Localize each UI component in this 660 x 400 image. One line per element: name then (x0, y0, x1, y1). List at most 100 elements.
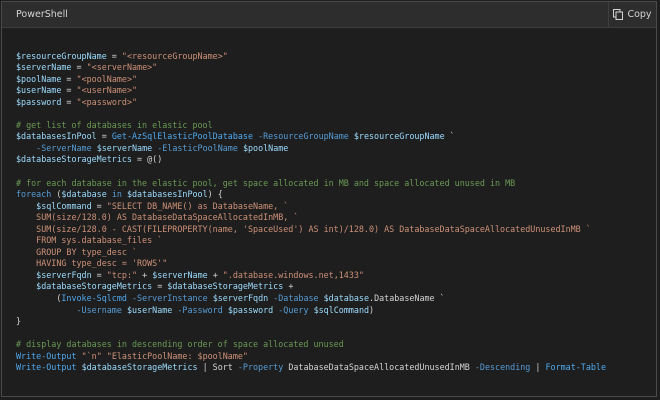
code-token: GROUP BY type_desc ` (16, 246, 138, 257)
copy-label: Copy (627, 9, 652, 20)
code-token: "<resourceGroupName>" (121, 50, 228, 61)
code-line: (Invoke-Sqlcmd -ServerInstance $serverFq… (16, 293, 606, 305)
code-token: SUM(size/128.0 - CAST(FILEPROPERTY(name,… (16, 223, 591, 234)
code-token: $databasesInPool (16, 131, 97, 142)
code-line: -ServerName $serverName -ElasticPoolName… (16, 143, 606, 155)
code-line: $databaseStorageMetrics = @() (16, 154, 606, 166)
code-token: ( (51, 189, 62, 200)
code-line: } (16, 316, 606, 328)
code-token: $resourceGroupName (353, 131, 445, 142)
code-token: -Password (177, 304, 223, 315)
code-line: $password = "<password>" (16, 97, 606, 109)
code-token: -ServerName (36, 142, 92, 153)
code-token: = (71, 62, 87, 73)
code-token: SUM(size/128.0) AS DatabaseDataSpaceAllo… (16, 212, 299, 223)
code-token: -ResourceGroupName (258, 131, 349, 142)
code-token: | Sort (197, 362, 238, 373)
code-token: Write-Output (16, 362, 77, 373)
code-token: + (207, 269, 223, 280)
code-token: $databaseStorageMetrics (16, 154, 132, 165)
code-token: $database (323, 293, 370, 304)
code-token: $sqlCommand (36, 200, 92, 211)
code-line: GROUP BY type_desc ` (16, 247, 606, 259)
code-token: $serverName (152, 269, 208, 280)
code-token: $serverName (16, 62, 72, 73)
code-token: Invoke-Sqlcmd (61, 293, 127, 304)
code-token: = (106, 50, 122, 61)
code-token: $database (61, 189, 107, 200)
code-token: -Database (273, 293, 319, 304)
code-token: = (152, 281, 168, 292)
code-token: FROM sys.database_files ` (16, 235, 163, 246)
code-content: $resourceGroupName = "<resourceGroupName… (16, 39, 606, 374)
code-line: foreach ($database in $databasesInPool) … (16, 189, 606, 201)
code-token: $poolName (16, 73, 62, 84)
code-token: $databaseStorageMetrics (81, 362, 198, 373)
code-token: "`n" "ElasticPoolName: $poolName" (81, 350, 248, 361)
code-token: $password (16, 96, 62, 107)
code-token: $serverFqdn (36, 269, 92, 280)
code-token: -ServerInstance (132, 293, 208, 304)
code-token: $serverName (96, 142, 153, 153)
code-line: Write-Output "`n" "ElasticPoolName: $poo… (16, 351, 606, 363)
copy-icon (613, 9, 624, 20)
code-line: HAVING type_desc = 'ROWS'" (16, 258, 606, 270)
code-line: $databasesInPool = Get-AzSqlElasticPoolD… (16, 131, 606, 143)
code-token: DatabaseDataSpaceAllocatedUnusedInMB (283, 362, 475, 373)
code-block-header: PowerShell Copy (2, 2, 656, 28)
code-token: = (61, 85, 77, 96)
code-line: $poolName = "<poolName>" (16, 74, 606, 86)
code-token: -Property (237, 362, 284, 373)
code-line: $userName = "<userName>" (16, 85, 606, 97)
code-token: ) { (207, 189, 223, 200)
code-line: # for each database in the elastic pool,… (16, 178, 606, 190)
code-token: "<password>" (76, 96, 138, 107)
code-token: | (530, 362, 546, 373)
code-token: -ElasticPoolName (157, 142, 238, 153)
code-token: Get-AzSqlElasticPoolDatabase (111, 131, 254, 142)
code-line: $databaseStorageMetrics = $databaseStora… (16, 281, 606, 293)
code-token: # for each database in the elastic pool,… (16, 177, 516, 188)
copy-button[interactable]: Copy (608, 2, 656, 27)
code-token: .DatabaseName ` (369, 293, 445, 304)
code-token: = (61, 73, 77, 84)
code-line: $sqlCommand = "SELECT DB_NAME() as Datab… (16, 201, 606, 213)
code-token: $poolName (242, 142, 289, 153)
code-line: -Username $userName -Password $password … (16, 305, 606, 317)
code-token: ( (16, 293, 62, 304)
code-token: # display databases in descending order … (16, 339, 344, 350)
code-token: $databasesInPool (126, 189, 208, 200)
code-token: # get list of databases in elastic pool (16, 119, 213, 130)
code-token: HAVING type_desc = 'ROWS'" (16, 258, 168, 269)
code-line: SUM(size/128.0 - CAST(FILEPROPERTY(name,… (16, 224, 606, 236)
code-token: -Username (76, 304, 122, 315)
code-token: = @() (131, 154, 163, 165)
code-line: SUM(size/128.0) AS DatabaseDataSpaceAllo… (16, 212, 606, 224)
code-token: in (111, 189, 122, 200)
code-block: PowerShell Copy $resourceGroupName = "<r… (1, 1, 657, 397)
code-token: $serverFqdn (212, 293, 269, 304)
code-line: $resourceGroupName = "<resourceGroupName… (16, 51, 606, 63)
code-line: $serverFqdn = "tcp:" + $serverName + ".d… (16, 270, 606, 282)
code-token: ".database.windows.net,1433" (222, 269, 364, 280)
code-token: -Query (278, 304, 309, 315)
code-token: } (16, 316, 22, 327)
code-token: $databaseStorageMetrics (167, 281, 284, 292)
language-label: PowerShell (16, 9, 68, 20)
code-token: "tcp:" (106, 269, 138, 280)
code-token: $password (227, 304, 274, 315)
code-token: Write-Output (16, 350, 77, 361)
code-token: = (96, 131, 112, 142)
code-token: $userName (126, 304, 173, 315)
code-token: ` (444, 131, 455, 142)
code-line: # display databases in descending order … (16, 339, 606, 351)
code-token: Format-Table (545, 362, 607, 373)
